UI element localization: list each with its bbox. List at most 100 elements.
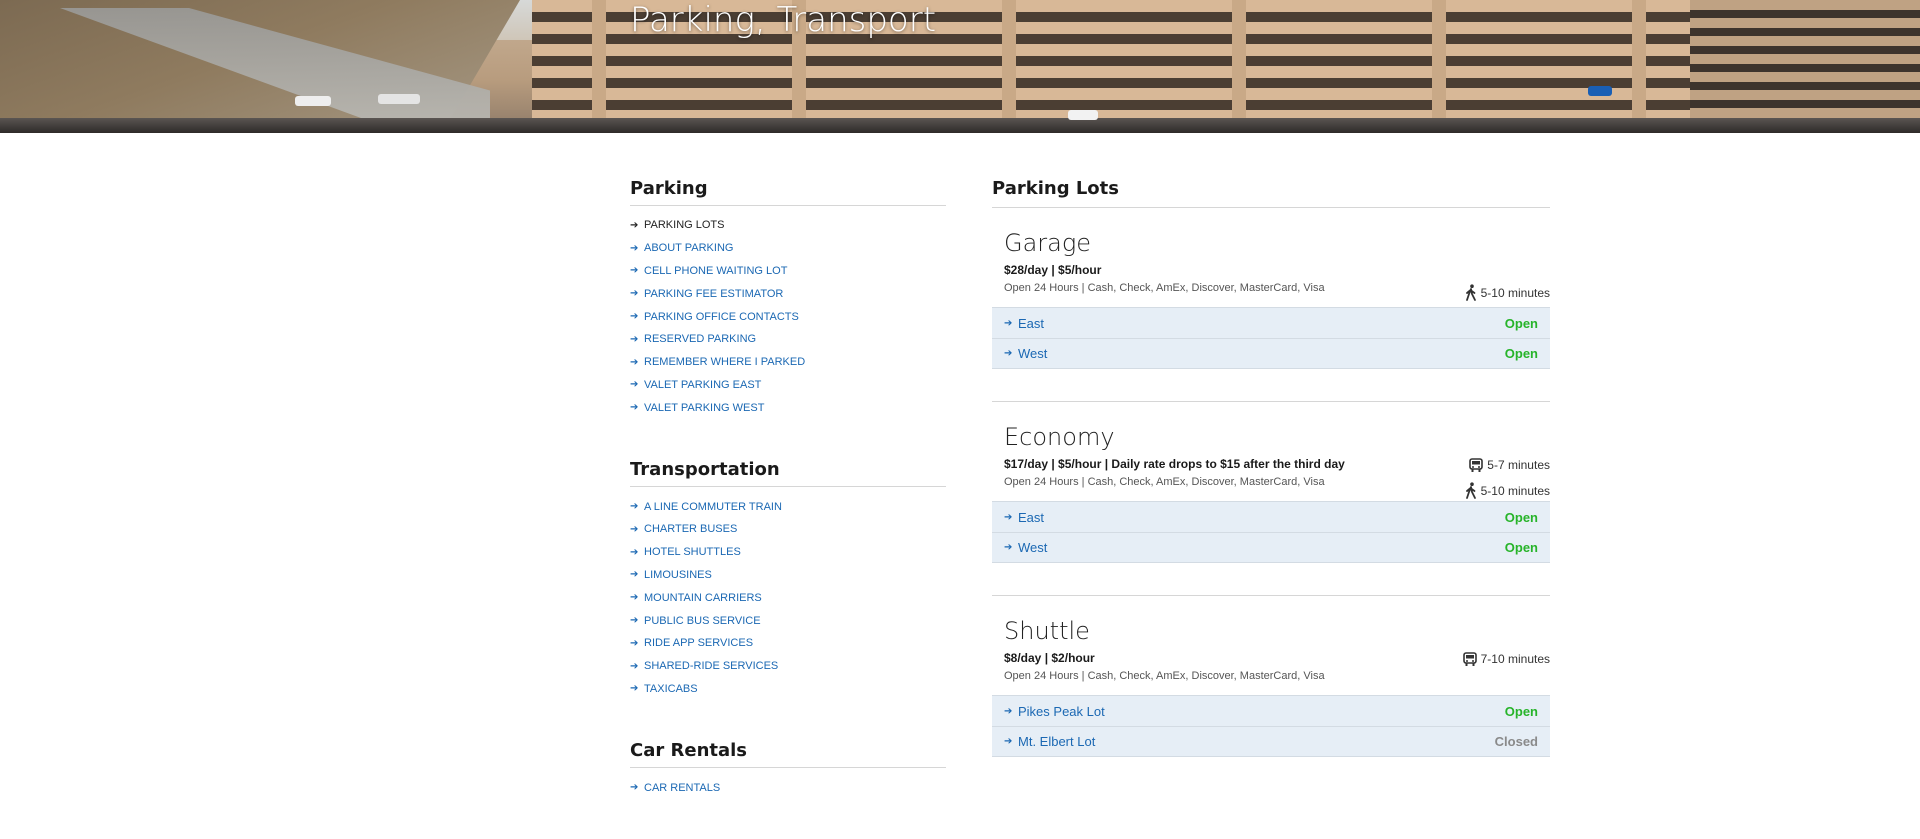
lot-sections: ➔ East Open ➔ West Open bbox=[992, 501, 1550, 563]
sidebar-item-car-rentals[interactable]: ➔ CAR RENTALS bbox=[630, 782, 720, 794]
sidebar-item-reserved-parking[interactable]: ➔ RESERVED PARKING bbox=[630, 333, 756, 345]
sidebar-item-label: HOTEL SHUTTLES bbox=[644, 546, 741, 559]
arrow-right-icon: ➔ bbox=[630, 501, 639, 513]
sidebar-item-remember-where-i-parked[interactable]: ➔ REMEMBER WHERE I PARKED bbox=[630, 356, 805, 368]
sidebar-item-charter-buses[interactable]: ➔ CHARTER BUSES bbox=[630, 523, 737, 535]
arrow-right-icon: ➔ bbox=[630, 219, 639, 231]
walk-icon bbox=[1465, 482, 1476, 499]
sidebar-item-ride-app-services[interactable]: ➔ RIDE APP SERVICES bbox=[630, 637, 753, 649]
bus-icon bbox=[1469, 457, 1484, 472]
sidebar-item-cell-phone-waiting-lot[interactable]: ➔ CELL PHONE WAITING LOT bbox=[630, 265, 787, 277]
hero-car bbox=[378, 94, 420, 104]
arrow-right-icon: ➔ bbox=[630, 592, 639, 604]
arrow-right-icon: ➔ bbox=[630, 546, 639, 558]
arrow-right-icon: ➔ bbox=[1004, 705, 1013, 717]
lot-section-link-pikes-peak[interactable]: ➔ Pikes Peak Lot bbox=[1004, 704, 1105, 719]
page-title: Parking, Transport bbox=[630, 0, 937, 40]
status-badge: Open bbox=[1504, 509, 1538, 525]
lot-card-shuttle: 7-10 minutes Shuttle $8/day | $2/hour Op… bbox=[992, 596, 1550, 757]
arrow-right-icon: ➔ bbox=[1004, 348, 1013, 359]
sidebar-item-hotel-shuttles[interactable]: ➔ HOTEL SHUTTLES bbox=[630, 546, 741, 558]
bus-icon bbox=[1462, 651, 1477, 666]
sidebar-item-label: VALET PARKING WEST bbox=[644, 401, 765, 414]
lot-name: Shuttle bbox=[1004, 617, 1090, 645]
sidebar-heading-parking: Parking bbox=[630, 178, 946, 206]
sidebar-heading-car-rentals: Car Rentals bbox=[630, 740, 946, 769]
status-badge: Open bbox=[1504, 315, 1538, 331]
sidebar-section-car-rentals: Car Rentals ➔ CAR RENTALS bbox=[630, 740, 946, 799]
sidebar-item-valet-parking-west[interactable]: ➔ VALET PARKING WEST bbox=[630, 402, 764, 414]
lot-section-link-west[interactable]: ➔ West bbox=[1004, 346, 1047, 361]
sidebar-item-label: PARKING OFFICE CONTACTS bbox=[644, 310, 799, 323]
arrow-right-icon: ➔ bbox=[1004, 317, 1013, 329]
arrow-right-icon: ➔ bbox=[630, 288, 639, 300]
sidebar-item-taxicabs[interactable]: ➔ TAXICABS bbox=[630, 683, 698, 695]
hero-banner: Parking, Transport bbox=[0, 0, 1920, 133]
lot-section-row: ➔ East Open bbox=[992, 307, 1550, 338]
lot-section-link-west[interactable]: ➔ West bbox=[1004, 540, 1047, 555]
sidebar-item-parking-fee-estimator[interactable]: ➔ PARKING FEE ESTIMATOR bbox=[630, 288, 783, 300]
arrow-right-icon: ➔ bbox=[630, 637, 639, 649]
status-badge: Open bbox=[1504, 346, 1538, 361]
hero-sign bbox=[1588, 86, 1612, 96]
lot-rate: $28/day | $5/hour bbox=[1004, 263, 1102, 277]
arrow-right-icon: ➔ bbox=[630, 569, 639, 581]
arrow-right-icon: ➔ bbox=[630, 242, 639, 254]
sidebar-item-label: PARKING FEE ESTIMATOR bbox=[644, 287, 784, 300]
arrow-right-icon: ➔ bbox=[630, 683, 639, 695]
lot-section-row: ➔ East Open bbox=[992, 501, 1550, 532]
sidebar-item-label: A LINE COMMUTER TRAIN bbox=[644, 500, 782, 513]
arrow-right-icon: ➔ bbox=[630, 333, 639, 345]
lot-card-garage: 5-10 minutes Garage $28/day | $5/hour Op… bbox=[992, 208, 1550, 402]
section-title: Parking Lots bbox=[992, 178, 1550, 208]
sidebar-item-valet-parking-east[interactable]: ➔ VALET PARKING EAST bbox=[630, 379, 761, 391]
lot-time: 7-10 minutes bbox=[1462, 646, 1550, 672]
sidebar-item-label: PARKING LOTS bbox=[644, 219, 725, 232]
lot-section-row: ➔ Mt. Elbert Lot Closed bbox=[992, 726, 1550, 757]
lot-time: 5-7 minutes bbox=[1465, 452, 1550, 478]
sidebar-item-parking-office-contacts[interactable]: ➔ PARKING OFFICE CONTACTS bbox=[630, 311, 799, 323]
sidebar-item-public-bus-service[interactable]: ➔ PUBLIC BUS SERVICE bbox=[630, 615, 761, 627]
status-badge: Open bbox=[1504, 540, 1538, 555]
lot-section-row: ➔ Pikes Peak Lot Open bbox=[992, 695, 1550, 726]
hero-car bbox=[295, 96, 331, 106]
lot-section-link-east[interactable]: ➔ East bbox=[1004, 510, 1044, 525]
sidebar-section-transportation: Transportation ➔ A LINE COMMUTER TRAIN ➔ C… bbox=[630, 459, 946, 700]
sidebar-item-shared-ride-services[interactable]: ➔ SHARED-RIDE SERVICES bbox=[630, 660, 778, 672]
sidebar-item-label: CELL PHONE WAITING LOT bbox=[644, 264, 788, 277]
arrow-right-icon: ➔ bbox=[1004, 511, 1013, 523]
sidebar-item-parking-lots[interactable]: ➔ PARKING LOTS bbox=[630, 219, 724, 231]
sidebar-section-parking: Parking ➔ PARKING LOTS ➔ ABOUT PARKING ➔ CE… bbox=[630, 178, 946, 419]
sidebar-item-label: SHARED-RIDE SERVICES bbox=[644, 660, 779, 673]
arrow-right-icon: ➔ bbox=[630, 523, 639, 535]
arrow-right-icon: ➔ bbox=[630, 379, 639, 391]
walk-icon bbox=[1465, 284, 1476, 301]
lot-card-economy: 5-7 minutes 5-10 minutes Economy $17/day… bbox=[992, 402, 1550, 596]
sidebar-item-label: REMEMBER WHERE I PARKED bbox=[644, 356, 806, 369]
arrow-right-icon: ➔ bbox=[630, 782, 639, 794]
arrow-right-icon: ➔ bbox=[630, 615, 639, 627]
lot-section-link-mt-elbert[interactable]: ➔ Mt. Elbert Lot bbox=[1004, 734, 1095, 749]
lot-times: 5-7 minutes 5-10 minutes bbox=[1465, 452, 1550, 504]
lot-times: 5-10 minutes bbox=[1465, 280, 1550, 306]
sidebar-item-label: ABOUT PARKING bbox=[644, 242, 734, 255]
sidebar-item-label: RESERVED PARKING bbox=[644, 333, 757, 346]
lot-section-link-east[interactable]: ➔ East bbox=[1004, 316, 1044, 331]
sidebar-item-label: CAR RENTALS bbox=[644, 781, 721, 794]
sidebar-item-mountain-carriers[interactable]: ➔ MOUNTAIN CARRIERS bbox=[630, 592, 762, 604]
sidebar-item-limousines[interactable]: ➔ LIMOUSINES bbox=[630, 569, 712, 581]
lot-name: Garage bbox=[1004, 229, 1092, 257]
arrow-right-icon: ➔ bbox=[1004, 542, 1013, 553]
sidebar-item-label: LIMOUSINES bbox=[644, 568, 712, 581]
hero-ground bbox=[0, 118, 1920, 133]
lot-section-row: ➔ West Open bbox=[992, 532, 1550, 563]
sidebar: Parking ➔ PARKING LOTS ➔ ABOUT PARKING ➔ CE… bbox=[630, 178, 946, 839]
lot-time: 5-10 minutes bbox=[1465, 478, 1550, 504]
arrow-right-icon: ➔ bbox=[630, 356, 639, 368]
sidebar-item-label: CHARTER BUSES bbox=[644, 523, 738, 536]
sidebar-item-a-line-commuter-train[interactable]: ➔ A LINE COMMUTER TRAIN bbox=[630, 501, 782, 513]
sidebar-item-about-parking[interactable]: ➔ ABOUT PARKING bbox=[630, 242, 733, 254]
lot-section-row: ➔ West Open bbox=[992, 338, 1550, 369]
parking-lots-panel: Parking Lots 5-10 minutes Garage $28/day… bbox=[992, 178, 1550, 757]
status-badge: Closed bbox=[1494, 734, 1538, 749]
